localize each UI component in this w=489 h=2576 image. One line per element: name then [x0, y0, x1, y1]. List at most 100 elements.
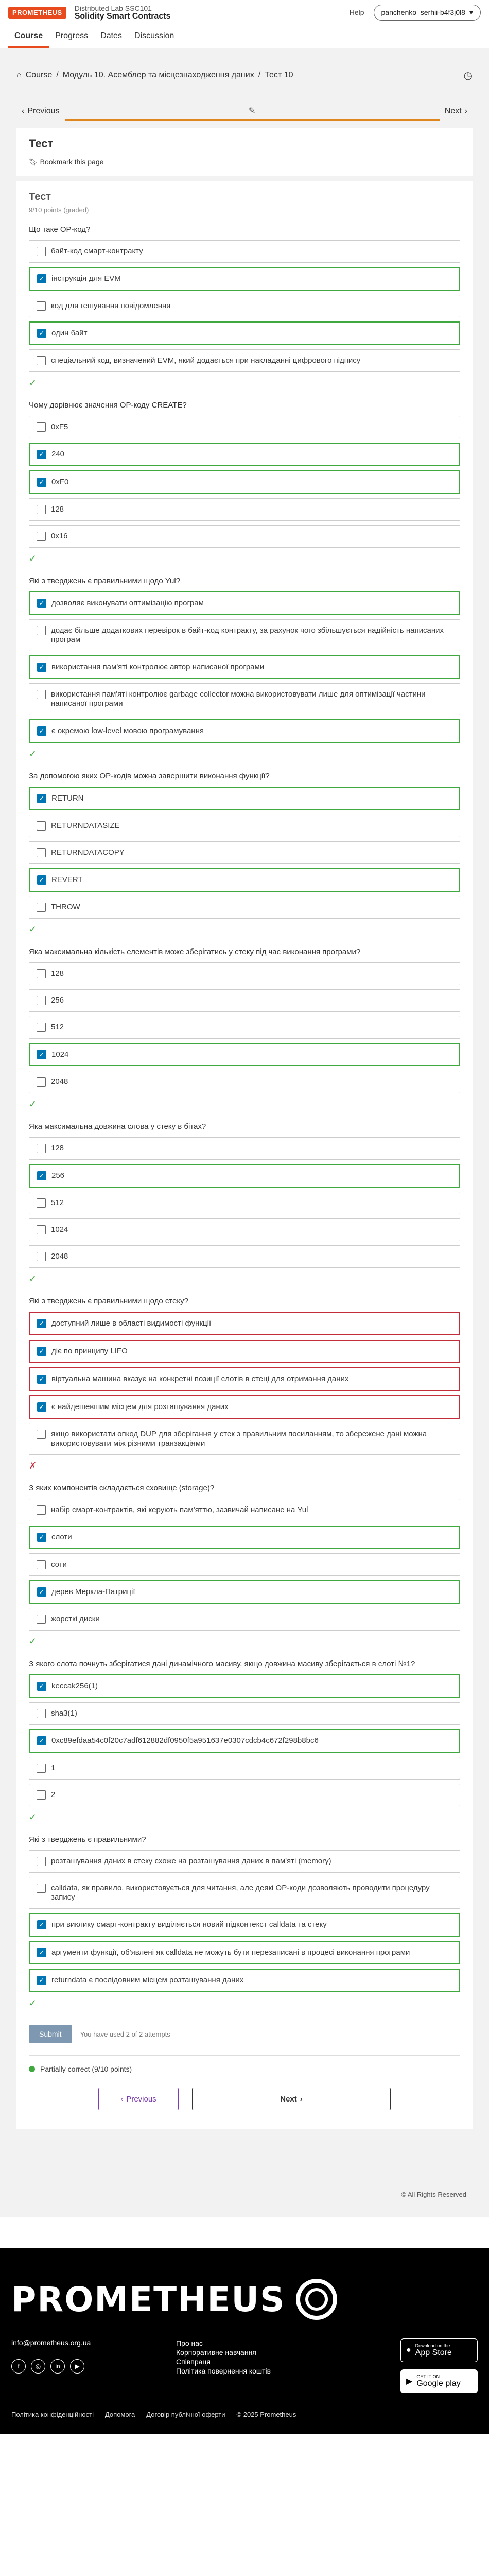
- prometheus-logo[interactable]: PROMETHEUS: [8, 6, 66, 19]
- footer-offer-link[interactable]: Договір публічної оферти: [146, 2411, 225, 2418]
- checkbox-checked-icon[interactable]: ✓: [37, 1587, 46, 1597]
- submit-button[interactable]: Submit: [29, 2025, 72, 2043]
- checkbox-icon[interactable]: [37, 422, 46, 432]
- tab-discussion[interactable]: Discussion: [128, 25, 180, 48]
- answer-option[interactable]: розташування даних в стеку схоже на розт…: [29, 1850, 460, 1873]
- answer-option[interactable]: ✓ використання пам'яті контролює автор на…: [29, 655, 460, 679]
- checkbox-checked-icon[interactable]: ✓: [37, 1402, 46, 1412]
- checkbox-icon[interactable]: [37, 1764, 46, 1773]
- checkbox-icon[interactable]: [37, 356, 46, 365]
- answer-option[interactable]: використання пам'яті контролює garbage c…: [29, 683, 460, 715]
- answer-option[interactable]: код для гешування повідомлення: [29, 295, 460, 317]
- answer-option[interactable]: 2048: [29, 1071, 460, 1093]
- linkedin-icon[interactable]: in: [50, 2359, 65, 2374]
- checkbox-checked-icon[interactable]: ✓: [37, 1171, 46, 1180]
- instagram-icon[interactable]: ◎: [31, 2359, 45, 2374]
- checkbox-checked-icon[interactable]: ✓: [37, 1736, 46, 1745]
- answer-option[interactable]: ✓ аргументи функції, об'явлені як calldat…: [29, 1941, 460, 1964]
- checkbox-checked-icon[interactable]: ✓: [37, 450, 46, 459]
- previous-button[interactable]: ‹ Previous: [98, 2088, 179, 2110]
- breadcrumb-module[interactable]: Модуль 10. Асемблер та місцезнаходження …: [63, 71, 254, 80]
- checkbox-icon[interactable]: [37, 1144, 46, 1153]
- answer-option[interactable]: жорсткі диски: [29, 1608, 460, 1631]
- checkbox-checked-icon[interactable]: ✓: [37, 875, 46, 885]
- breadcrumb-course[interactable]: Course: [26, 71, 53, 80]
- footer-help-link[interactable]: Допомога: [105, 2411, 135, 2418]
- checkbox-checked-icon[interactable]: ✓: [37, 478, 46, 487]
- answer-option[interactable]: ✓ 256: [29, 1164, 460, 1188]
- answer-option[interactable]: ✓ дерев Меркла-Патриції: [29, 1580, 460, 1604]
- checkbox-icon[interactable]: [37, 1560, 46, 1569]
- answer-option[interactable]: 1: [29, 1757, 460, 1780]
- checkbox-icon[interactable]: [37, 505, 46, 514]
- answer-option[interactable]: ✓ віртуальна машина вказує на конкретні п…: [29, 1367, 460, 1391]
- checkbox-checked-icon[interactable]: ✓: [37, 1319, 46, 1328]
- checkbox-checked-icon[interactable]: ✓: [37, 599, 46, 608]
- answer-option[interactable]: 2048: [29, 1245, 460, 1268]
- checkbox-icon[interactable]: [37, 1790, 46, 1800]
- answer-option[interactable]: ✓ слоти: [29, 1526, 460, 1549]
- footer-logo[interactable]: PROMETHEUS: [11, 2279, 478, 2320]
- answer-option[interactable]: якщо використати опкод DUP для зберіганн…: [29, 1423, 460, 1455]
- footer-link-corporate[interactable]: Корпоративне навчання: [176, 2348, 400, 2357]
- answer-option[interactable]: ✓ keccak256(1): [29, 1674, 460, 1698]
- checkbox-icon[interactable]: [37, 1857, 46, 1866]
- answer-option[interactable]: calldata, як правило, використовується д…: [29, 1877, 460, 1909]
- checkbox-icon[interactable]: [37, 1198, 46, 1208]
- answer-option[interactable]: ✓ 1024: [29, 1043, 460, 1066]
- answer-option[interactable]: 256: [29, 989, 460, 1012]
- footer-email[interactable]: info@prometheus.org.ua: [11, 2338, 176, 2347]
- answer-option[interactable]: ✓ 240: [29, 443, 460, 466]
- answer-option[interactable]: набір смарт-контрактів, які керують пам'…: [29, 1499, 460, 1521]
- footer-link-about[interactable]: Про нас: [176, 2338, 400, 2348]
- answer-option[interactable]: sha3(1): [29, 1702, 460, 1725]
- user-menu-button[interactable]: panchenko_serhii-b4f3j0l8 ▾: [373, 4, 481, 21]
- checkbox-checked-icon[interactable]: ✓: [37, 1375, 46, 1384]
- answer-option[interactable]: 1024: [29, 1218, 460, 1241]
- checkbox-icon[interactable]: [37, 247, 46, 256]
- answer-option[interactable]: 512: [29, 1016, 460, 1039]
- answer-option[interactable]: RETURNDATASIZE: [29, 815, 460, 837]
- bookmark-button[interactable]: 🔖︎ Bookmark this page: [29, 158, 460, 166]
- answer-option[interactable]: ✓ інструкція для EVM: [29, 267, 460, 291]
- checkbox-icon[interactable]: [37, 1023, 46, 1032]
- checkbox-checked-icon[interactable]: ✓: [37, 1533, 46, 1542]
- answer-option[interactable]: THROW: [29, 896, 460, 919]
- checkbox-icon[interactable]: [37, 1225, 46, 1234]
- youtube-icon[interactable]: ▶: [70, 2359, 84, 2374]
- answer-option[interactable]: 512: [29, 1192, 460, 1214]
- facebook-icon[interactable]: f: [11, 2359, 26, 2374]
- answer-option[interactable]: ✓ REVERT: [29, 868, 460, 892]
- checkbox-checked-icon[interactable]: ✓: [37, 274, 46, 283]
- checkbox-checked-icon[interactable]: ✓: [37, 794, 46, 803]
- answer-option[interactable]: 128: [29, 1137, 460, 1160]
- google-play-button[interactable]: ▶ GET IT ON Google play: [400, 2369, 478, 2393]
- checkbox-icon[interactable]: [37, 1615, 46, 1624]
- answer-option[interactable]: спеціальний код, визначений EVM, який до…: [29, 349, 460, 372]
- checkbox-checked-icon[interactable]: ✓: [37, 1347, 46, 1356]
- sequence-unit-tab[interactable]: ✎: [64, 102, 440, 121]
- answer-option[interactable]: ✓ є окремою low-level мовою програмування: [29, 719, 460, 743]
- answer-option[interactable]: байт-код смарт-контракту: [29, 240, 460, 263]
- answer-option[interactable]: 0xF5: [29, 416, 460, 438]
- answer-option[interactable]: 128: [29, 498, 460, 521]
- checkbox-icon[interactable]: [37, 690, 46, 699]
- checkbox-icon[interactable]: [37, 1430, 46, 1439]
- answer-option[interactable]: RETURNDATACOPY: [29, 841, 460, 864]
- checkbox-checked-icon[interactable]: ✓: [37, 1976, 46, 1985]
- checkbox-icon[interactable]: [37, 848, 46, 857]
- checkbox-icon[interactable]: [37, 903, 46, 912]
- tab-course[interactable]: Course: [8, 25, 49, 48]
- answer-option[interactable]: ✓ returndata є послідовним місцем розташу…: [29, 1969, 460, 1992]
- checkbox-icon[interactable]: [37, 969, 46, 978]
- checkbox-checked-icon[interactable]: ✓: [37, 663, 46, 672]
- checkbox-checked-icon[interactable]: ✓: [37, 1050, 46, 1059]
- help-link[interactable]: Help: [350, 8, 364, 16]
- sequence-prev-button[interactable]: ‹ Previous: [16, 107, 65, 116]
- checkbox-icon[interactable]: [37, 626, 46, 635]
- answer-option[interactable]: ✓ 0xc89efdaa54c0f20c7adf612882df0950f5a95…: [29, 1729, 460, 1753]
- sequence-next-button[interactable]: Next ›: [440, 107, 473, 116]
- footer-link-cooperation[interactable]: Співпраця: [176, 2357, 400, 2366]
- checkbox-checked-icon[interactable]: ✓: [37, 726, 46, 736]
- checkbox-icon[interactable]: [37, 821, 46, 831]
